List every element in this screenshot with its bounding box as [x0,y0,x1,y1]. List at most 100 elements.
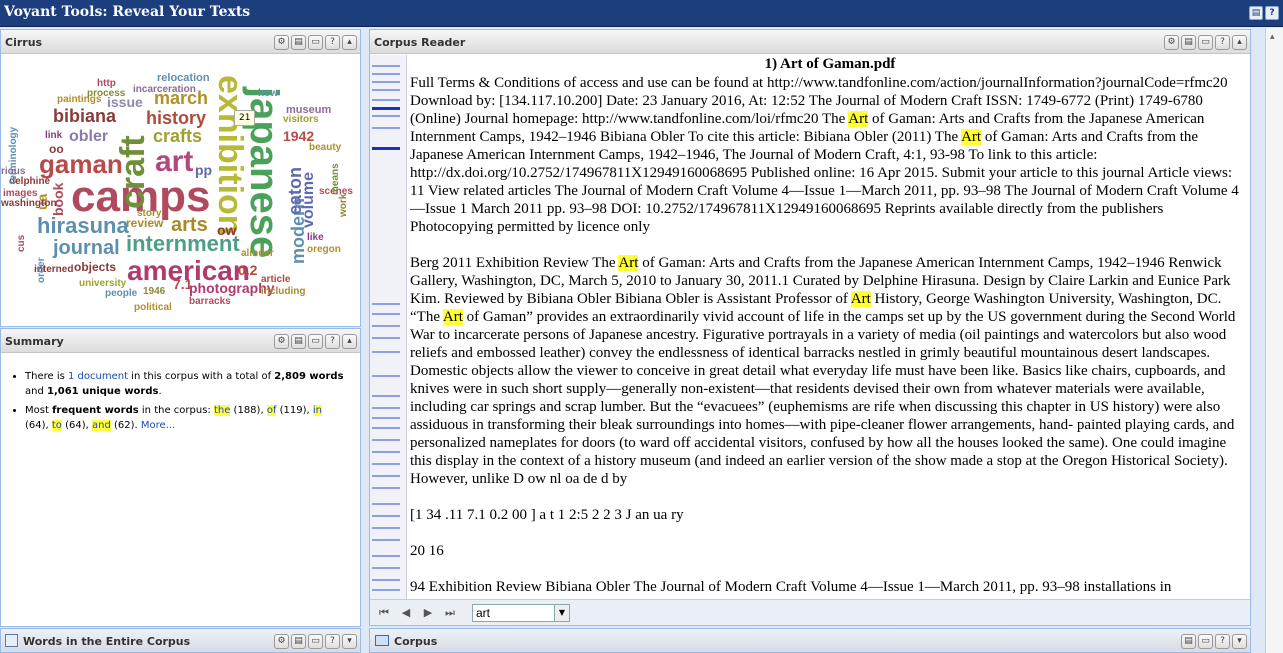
position-marker[interactable] [372,303,400,305]
collapse-icon[interactable]: ▴ [1232,35,1247,50]
help-icon[interactable]: ? [325,334,340,349]
position-marker[interactable] [372,395,400,397]
first-page-icon[interactable]: ⏮ [376,605,392,621]
cloud-word[interactable]: work [338,194,349,217]
position-marker[interactable] [372,73,400,75]
cloud-word[interactable]: hirasuna [37,215,129,237]
cloud-word[interactable]: journal [53,238,120,258]
cloud-word[interactable]: cus [16,234,27,251]
gear-icon[interactable]: ⚙ [274,334,289,349]
window-icon[interactable]: ▭ [308,334,323,349]
position-marker[interactable] [372,107,400,110]
collapse-icon[interactable]: ▴ [342,35,357,50]
window-icon[interactable]: ▭ [1198,35,1213,50]
search-hit[interactable]: Art [848,111,869,127]
export-icon[interactable]: ▤ [1181,634,1196,649]
expand-icon[interactable]: ▾ [342,634,357,649]
cloud-word[interactable]: obler [69,129,108,145]
cloud-word[interactable]: art [155,147,193,177]
cloud-word[interactable]: oregon [307,245,341,255]
position-marker[interactable] [372,579,400,581]
position-marker[interactable] [372,81,400,83]
more-link[interactable]: More... [141,420,175,431]
position-marker[interactable] [372,427,400,429]
frequent-term-link[interactable]: of [266,405,277,416]
position-marker[interactable] [372,539,400,541]
export-icon[interactable]: ▤ [1249,6,1263,20]
gear-icon[interactable]: ⚙ [274,35,289,50]
position-marker[interactable] [372,99,400,101]
cloud-word[interactable]: visitors [283,115,319,125]
cloud-word[interactable]: how [258,89,278,99]
cloud-word[interactable]: objects [74,261,116,273]
position-marker[interactable] [372,147,400,150]
search-hit[interactable]: Art [961,129,982,145]
collapse-icon[interactable]: ▴ [342,334,357,349]
cloud-word[interactable]: incarceration [133,85,196,95]
position-marker[interactable] [372,503,400,505]
window-icon[interactable]: ▭ [308,35,323,50]
position-marker[interactable] [372,527,400,529]
frequent-term-link[interactable]: and [92,420,111,431]
frequent-term-link[interactable]: to [51,420,62,431]
words-corpus-header[interactable]: Words in the Entire Corpus ⚙ ▤ ▭ ? ▾ [1,629,360,652]
cloud-word[interactable]: means [330,163,341,195]
cloud-word[interactable]: crafts [153,127,202,145]
cloud-word[interactable]: beauty [309,143,341,153]
export-icon[interactable]: ▤ [291,334,306,349]
gear-icon[interactable]: ⚙ [274,634,289,649]
position-marker[interactable] [372,439,400,441]
window-icon[interactable]: ▭ [1198,634,1213,649]
position-marker[interactable] [372,407,400,409]
cloud-word[interactable]: order [36,257,47,283]
cloud-word[interactable]: 0.2 [238,263,257,277]
expand-icon[interactable]: ▾ [1232,634,1247,649]
documents-link[interactable]: 1 document [68,371,128,382]
frequent-term-link[interactable]: in [312,405,323,416]
cloud-word[interactable]: including [261,287,305,297]
cloud-word[interactable]: like [307,233,324,243]
position-marker[interactable] [372,487,400,489]
position-marker[interactable] [372,313,400,315]
cloud-word[interactable]: people [105,289,137,299]
position-marker[interactable] [372,65,400,67]
cloud-word[interactable]: rious [1,167,25,177]
cloud-word[interactable]: volume [300,172,317,228]
cloud-word[interactable]: story [137,209,161,219]
export-icon[interactable]: ▤ [291,634,306,649]
cloud-word[interactable]: arts [171,215,208,235]
chevron-down-icon[interactable]: ▼ [554,604,570,622]
corpus-header[interactable]: Corpus ▤ ▭ ? ▾ [370,629,1250,652]
window-icon[interactable]: ▭ [308,634,323,649]
help-icon[interactable]: ? [1265,6,1279,20]
cloud-word[interactable]: pp [195,163,212,177]
position-marker[interactable] [372,589,400,591]
cloud-word[interactable]: process [87,89,125,99]
cloud-word[interactable]: political [134,303,172,313]
cloud-word[interactable]: washington [1,199,57,209]
cloud-word[interactable]: history [146,109,206,127]
cloud-word[interactable]: 1946 [143,287,165,297]
position-marker[interactable] [372,555,400,557]
prev-page-icon[interactable]: ◀ [398,605,414,621]
help-icon[interactable]: ? [1215,35,1230,50]
cloud-word[interactable]: oo [49,143,64,155]
position-marker[interactable] [372,325,400,327]
search-hit[interactable]: Art [618,255,639,271]
cloud-word[interactable]: relocation [157,73,210,84]
help-icon[interactable]: ? [325,634,340,649]
help-icon[interactable]: ? [1215,634,1230,649]
cloud-word[interactable]: images [3,189,37,199]
position-marker[interactable] [372,127,400,129]
gear-icon[interactable]: ⚙ [1164,35,1179,50]
export-icon[interactable]: ▤ [291,35,306,50]
export-icon[interactable]: ▤ [1181,35,1196,50]
position-marker[interactable] [372,463,400,465]
help-icon[interactable]: ? [325,35,340,50]
cloud-word[interactable]: alinder [241,249,274,259]
position-marker[interactable] [372,515,400,517]
cloud-word[interactable]: 7.1 [173,277,192,291]
cloud-word[interactable]: barracks [189,297,231,307]
position-marker[interactable] [372,351,400,353]
last-page-icon[interactable]: ⏭ [442,605,458,621]
